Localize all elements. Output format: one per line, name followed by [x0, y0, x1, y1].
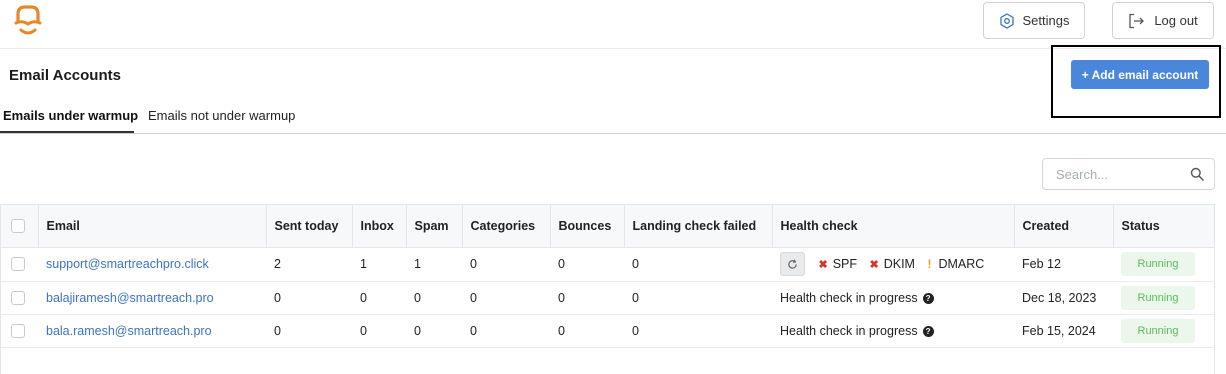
row-checkbox[interactable] [11, 257, 25, 272]
column-header-email[interactable]: Email [38, 205, 267, 248]
email-link[interactable]: balajiramesh@smartreach.pro [46, 291, 214, 305]
health-check-cell: ✖ SPF ✖ DKIM ! DMARC [772, 247, 1014, 282]
column-header-created[interactable]: Created [1014, 205, 1114, 248]
status-badge: Running [1121, 285, 1195, 310]
logo-icon[interactable] [8, 2, 48, 42]
fail-icon: ✖ [818, 258, 828, 271]
active-tab-indicator [0, 131, 134, 133]
email-link[interactable]: support@smartreachpro.click [46, 257, 209, 271]
status-cell: Running [1113, 281, 1214, 315]
health-check-status: Health check in progress [780, 323, 918, 338]
row-checkbox[interactable] [11, 290, 25, 305]
row-select-cell [1, 281, 38, 315]
created-cell: Feb 15, 2024 [1014, 314, 1113, 348]
status-cell: Running [1113, 314, 1214, 348]
column-header-health-check[interactable]: Health check [772, 205, 1015, 248]
add-email-account-button[interactable]: + Add email account [1071, 60, 1209, 89]
email-cell: bala.ramesh@smartreach.pro [38, 314, 266, 348]
sent-today-cell: 0 [266, 281, 352, 315]
bounces-cell: 0 [550, 314, 624, 348]
email-link[interactable]: bala.ramesh@smartreach.pro [46, 324, 212, 338]
warning-icon: ! [927, 257, 932, 271]
column-header-sent-today[interactable]: Sent today [266, 205, 353, 248]
column-header-status[interactable]: Status [1113, 205, 1214, 248]
search-icon[interactable] [1190, 167, 1204, 181]
bounces-cell: 0 [550, 247, 624, 282]
sent-today-cell: 2 [266, 247, 352, 282]
landing-failed-cell: 0 [624, 247, 772, 282]
column-header-categories[interactable]: Categories [462, 205, 551, 248]
health-check-cell: Health check in progress? [772, 314, 1014, 348]
search-input[interactable] [1044, 160, 1184, 188]
status-badge: Running [1121, 318, 1195, 343]
landing-failed-cell: 0 [624, 281, 772, 315]
categories-cell: 0 [462, 314, 550, 348]
column-header-inbox[interactable]: Inbox [352, 205, 407, 248]
settings-button[interactable]: Settings [983, 2, 1085, 39]
logout-icon [1129, 13, 1145, 28]
spam-cell: 0 [406, 281, 462, 315]
tab-emails-not-under-warmup[interactable]: Emails not under warmup [148, 108, 295, 123]
dkim-check: ✖ DKIM [869, 257, 915, 271]
page-title: Email Accounts [9, 67, 121, 84]
created-cell: Dec 18, 2023 [1014, 281, 1113, 315]
search-box [1042, 158, 1215, 190]
created-cell: Feb 12 [1014, 247, 1113, 282]
row-select-cell [1, 247, 38, 282]
inbox-cell: 0 [352, 281, 406, 315]
status-cell: Running [1113, 247, 1214, 282]
health-check-cell: Health check in progress? [772, 281, 1014, 315]
inbox-cell: 1 [352, 247, 406, 282]
spam-cell: 1 [406, 247, 462, 282]
logout-button[interactable]: Log out [1112, 2, 1214, 39]
refresh-icon [788, 258, 797, 269]
table-row: support@smartreachpro.click 2 1 1 0 0 0 … [1, 247, 1214, 282]
recheck-button[interactable] [780, 252, 805, 276]
table-row: balajiramesh@smartreach.pro 0 0 0 0 0 0 … [1, 281, 1214, 315]
tab-bar: Emails under warmup Emails not under war… [0, 100, 1226, 134]
health-check-status: Health check in progress [780, 290, 918, 305]
top-bar: Settings Log out [0, 0, 1226, 49]
settings-label: Settings [1022, 13, 1070, 28]
email-cell: support@smartreachpro.click [38, 247, 266, 282]
select-all-header [1, 205, 39, 248]
spam-cell: 0 [406, 314, 462, 348]
gear-icon [999, 12, 1014, 29]
table-row: bala.ramesh@smartreach.pro 0 0 0 0 0 0 H… [1, 314, 1214, 348]
landing-failed-cell: 0 [624, 314, 772, 348]
email-cell: balajiramesh@smartreach.pro [38, 281, 266, 315]
help-icon[interactable]: ? [922, 292, 934, 304]
column-header-spam[interactable]: Spam [406, 205, 463, 248]
select-all-checkbox[interactable] [11, 219, 25, 234]
column-header-landing-check-failed[interactable]: Landing check failed [624, 205, 773, 248]
status-badge: Running [1121, 252, 1195, 276]
email-accounts-table: Email Sent today Inbox Spam Categories B… [0, 204, 1215, 374]
spf-check: ✖ SPF [818, 257, 858, 271]
inbox-cell: 0 [352, 314, 406, 348]
fail-icon: ✖ [869, 258, 879, 271]
tab-emails-under-warmup[interactable]: Emails under warmup [3, 108, 138, 123]
categories-cell: 0 [462, 281, 550, 315]
table-header-row: Email Sent today Inbox Spam Categories B… [1, 205, 1214, 248]
row-select-cell [1, 314, 38, 348]
sent-today-cell: 0 [266, 314, 352, 348]
categories-cell: 0 [462, 247, 550, 282]
help-icon[interactable]: ? [922, 325, 934, 337]
bounces-cell: 0 [550, 281, 624, 315]
logout-label: Log out [1154, 13, 1198, 28]
column-header-bounces[interactable]: Bounces [550, 205, 625, 248]
row-checkbox[interactable] [11, 323, 25, 338]
dmarc-check: ! DMARC [927, 257, 985, 271]
